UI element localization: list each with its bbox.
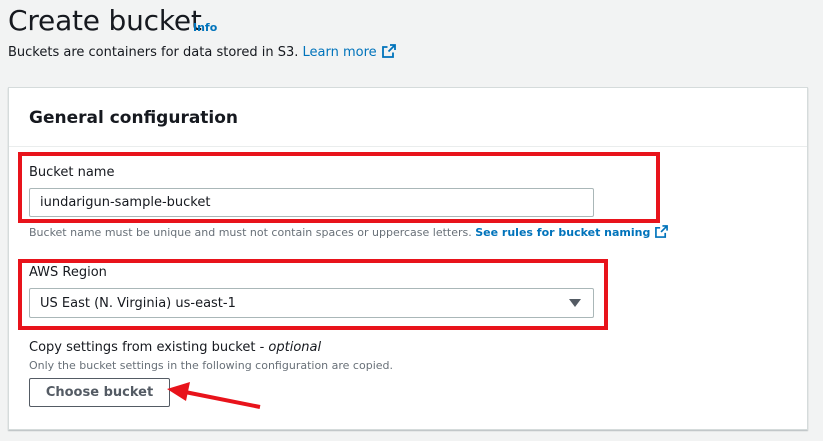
copy-settings-label: Copy settings from existing bucket - opt…	[29, 340, 322, 355]
choose-bucket-button[interactable]: Choose bucket	[29, 378, 170, 407]
panel-title: General configuration	[29, 108, 239, 128]
naming-rules-link[interactable]: See rules for bucket naming	[475, 225, 669, 239]
region-highlight	[18, 259, 608, 330]
optional-label: optional	[268, 340, 322, 355]
panel-header: General configuration	[9, 88, 807, 147]
learn-more-link[interactable]: Learn more	[303, 44, 396, 60]
external-link-icon	[655, 225, 669, 238]
bucket-name-highlight	[18, 152, 660, 223]
bucket-name-hint: Bucket name must be unique and must not …	[29, 225, 669, 239]
page-title: Create bucket	[8, 4, 202, 37]
external-link-icon	[381, 44, 396, 58]
subtitle-text: Buckets are containers for data stored i…	[8, 45, 299, 60]
annotation-arrow-icon	[167, 382, 261, 409]
page-subtitle: Buckets are containers for data stored i…	[8, 44, 396, 60]
info-link[interactable]: Info	[193, 21, 217, 34]
copy-settings-description: Only the bucket settings in the followin…	[29, 359, 393, 372]
